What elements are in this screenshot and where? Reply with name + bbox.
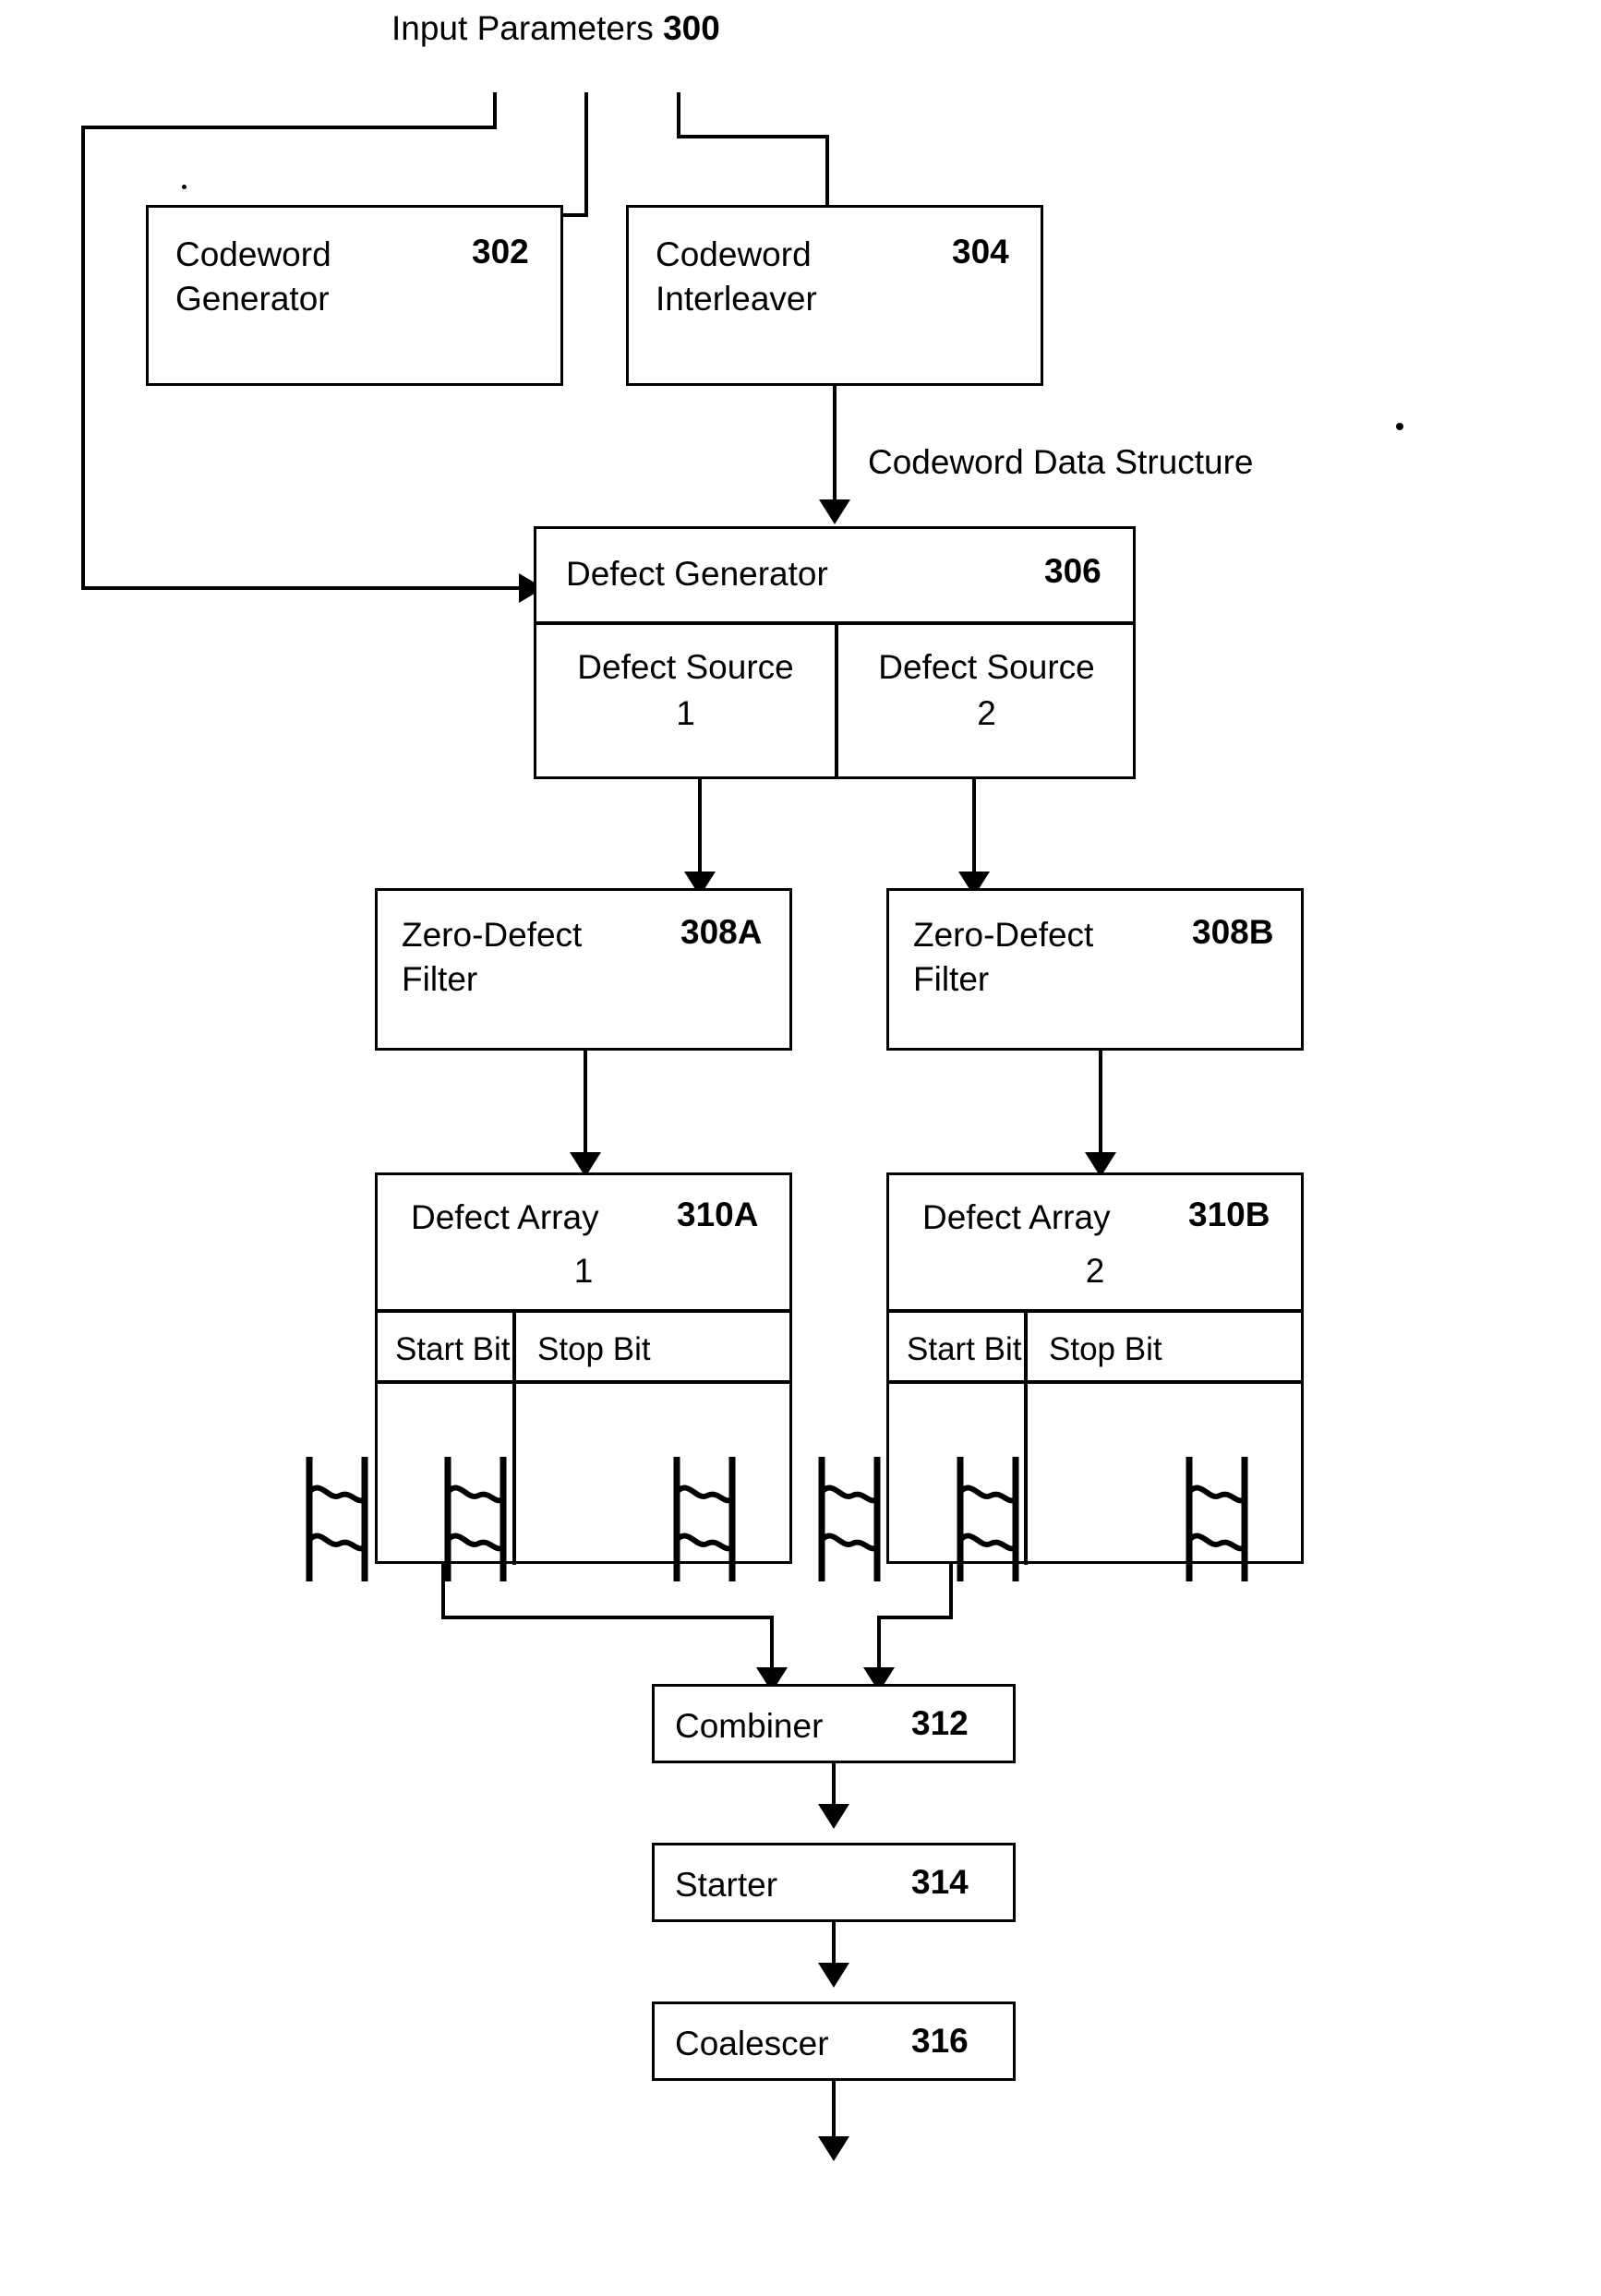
array-a-to-combiner-drop [770,1616,774,1669]
codeword-generator-title: Codeword Generator [175,235,331,319]
arrow-coalescer-output [818,2136,849,2161]
combiner-ref: 312 [911,1704,969,1742]
input-parameters-text: Input Parameters [391,9,654,47]
arrow-starter-to-coalescer [818,1963,849,1988]
break-symbol-2 [443,1457,508,1581]
defect-array-b-col-stop-bit: Stop Bit [1049,1331,1162,1367]
starter-ref: 314 [911,1863,969,1901]
bus-stem-a-vertical [493,92,497,129]
defect-source-2-index: 2 [977,694,996,732]
defect-source-1-index: 1 [676,694,695,732]
break-symbol-3 [672,1457,737,1581]
defect-array-b-title: Defect Array [922,1198,1111,1236]
interleaver-to-defect-generator-line [833,386,837,501]
array-b-outlet-vertical [949,1564,953,1619]
coalescer-output-line [832,2081,836,2138]
bus-stem-b-vertical [584,92,588,217]
defect-array-a-col-start-bit: Start Bit [395,1331,511,1367]
bus-branch-to-defect-generator [81,126,85,590]
defect-array-b-col-start-bit: Start Bit [907,1331,1022,1367]
codeword-data-structure-label: Codeword Data Structure [868,443,1254,481]
break-symbol-4 [817,1457,882,1581]
defect-array-a-column-split [512,1309,516,1565]
arrow-combiner-to-starter [818,1804,849,1829]
defect-array-a-columns-divider [375,1380,792,1384]
zero-defect-filter-b-box[interactable]: Zero-Defect Filter 308B [886,888,1304,1051]
source2-to-filter-b-line [972,779,976,873]
defect-source-1-cell[interactable]: Defect Source 1 [536,621,835,779]
defect-array-a-ref: 310A [677,1196,759,1233]
defect-array-b-column-split [1024,1309,1028,1565]
coalescer-title: Coalescer [675,2025,829,2062]
codeword-generator-ref: 302 [472,233,529,270]
defect-array-a-index: 1 [573,1252,594,1290]
filter-a-to-array-a-line [584,1051,587,1154]
zero-defect-filter-a-box[interactable]: Zero-Defect Filter 308A [375,888,792,1051]
defect-array-b-header-divider [886,1309,1304,1313]
zero-defect-filter-b-title: Zero-Defect Filter [913,916,1094,999]
starter-box[interactable]: Starter 314 [652,1843,1016,1922]
defect-source-2-cell[interactable]: Defect Source 2 [837,621,1136,779]
scan-speck [1396,423,1403,430]
array-a-outlet-horizontal [441,1616,774,1619]
defect-array-a-col-stop-bit: Stop Bit [537,1331,651,1367]
break-symbol-5 [956,1457,1020,1581]
input-parameters-label: Input Parameters 300 [391,9,720,48]
coalescer-box[interactable]: Coalescer 316 [652,2001,1016,2081]
defect-generator-box[interactable]: Defect Generator 306 Defect Source 1 Def… [534,526,1136,779]
combiner-box[interactable]: Combiner 312 [652,1684,1016,1763]
bus-stem-a-horizontal [81,126,497,129]
combiner-to-starter-line [832,1763,836,1806]
break-symbol-6 [1185,1457,1249,1581]
defect-generator-title: Defect Generator [566,555,828,593]
bus-stem-c-vertical [677,92,680,138]
defect-array-b-index: 2 [1085,1252,1105,1290]
break-symbol-1 [305,1457,369,1581]
starter-title: Starter [675,1866,778,1904]
array-b-outlet-horizontal [877,1616,953,1619]
combiner-title: Combiner [675,1707,824,1745]
source1-to-filter-a-line [698,779,702,873]
zero-defect-filter-b-ref: 308B [1192,913,1274,951]
defect-generator-ref: 306 [1044,552,1101,590]
codeword-generator-box[interactable]: Codeword Generator 302 [146,205,563,386]
array-a-outlet-vertical [441,1564,445,1619]
arrow-interleaver-to-defect-generator [819,499,850,524]
figure-canvas: Input Parameters 300 Codeword Generator … [0,0,1601,2296]
defect-source-1-name: Defect Source [577,648,794,686]
filter-b-to-array-b-line [1099,1051,1102,1154]
codeword-interleaver-title: Codeword Interleaver [656,235,817,319]
defect-array-b-columns-divider [886,1380,1304,1384]
scan-speck-2 [182,185,187,189]
input-parameters-ref: 300 [663,9,720,47]
defect-array-a-title: Defect Array [411,1198,599,1236]
bus-stem-c-horizontal [677,135,829,138]
zero-defect-filter-a-ref: 308A [680,913,763,951]
bus-branch-to-defect-generator-h [81,586,523,590]
defect-array-a-header-divider [375,1309,792,1313]
defect-source-2-name: Defect Source [878,648,1095,686]
array-b-to-combiner-drop [877,1616,881,1669]
zero-defect-filter-a-title: Zero-Defect Filter [402,916,583,999]
codeword-interleaver-ref: 304 [952,233,1009,270]
codeword-interleaver-box[interactable]: Codeword Interleaver 304 [626,205,1043,386]
defect-array-b-ref: 310B [1188,1196,1270,1233]
starter-to-coalescer-line [832,1922,836,1965]
coalescer-ref: 316 [911,2022,969,2060]
